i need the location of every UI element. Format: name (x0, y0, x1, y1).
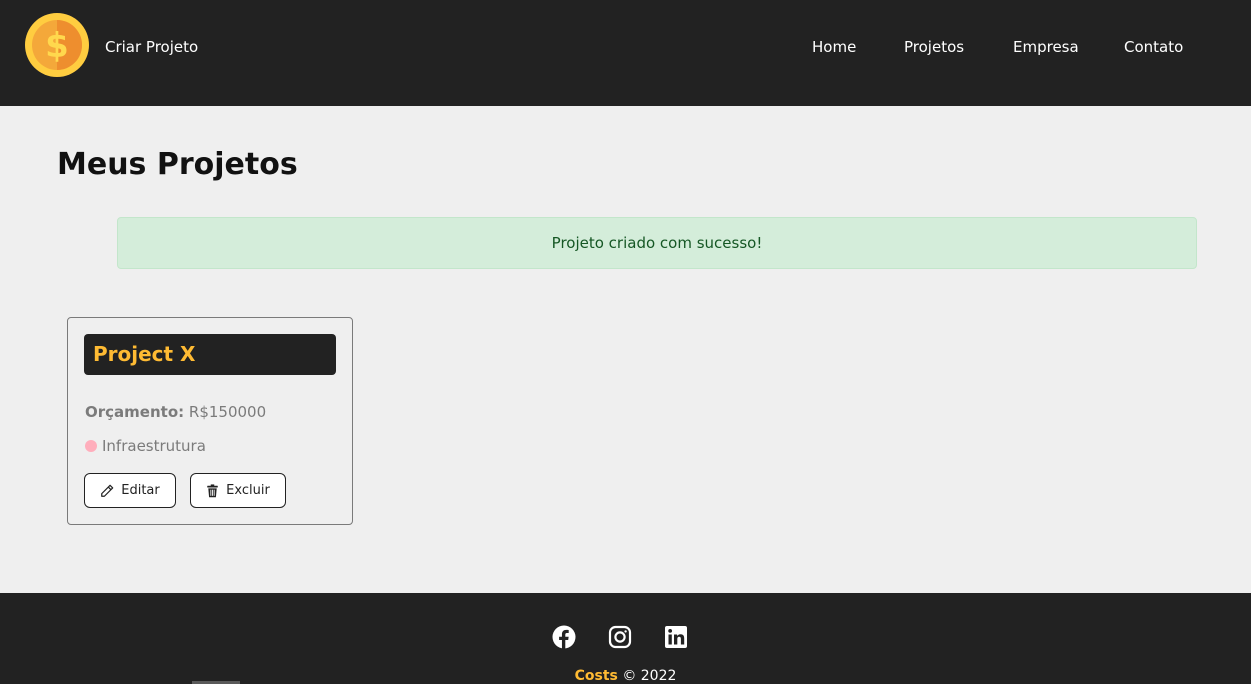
trash-icon (207, 483, 218, 497)
copyright-year: © 2022 (622, 668, 677, 684)
project-card-header: Project X (84, 334, 336, 375)
copyright-text: Costs © 2022 (0, 668, 1251, 684)
nav-item-contact[interactable]: Contato (1124, 38, 1183, 56)
category-label: Infraestrutura (102, 437, 206, 455)
delete-button[interactable]: Excluir (190, 473, 286, 508)
edit-button[interactable]: Editar (84, 473, 176, 508)
create-project-link[interactable]: Criar Projeto (105, 38, 198, 56)
navbar: $ Criar Projeto Home Projetos Empresa Co… (0, 0, 1251, 106)
success-alert: Projeto criado com sucesso! (117, 217, 1197, 269)
project-category: Infraestrutura (85, 437, 206, 455)
facebook-icon[interactable] (552, 625, 576, 649)
instagram-icon[interactable] (608, 625, 632, 649)
nav-item-company[interactable]: Empresa (1013, 38, 1079, 56)
project-card: Project X Orçamento: R$150000 Infraestru… (67, 317, 353, 525)
project-name: Project X (93, 342, 196, 366)
edit-button-label: Editar (121, 483, 160, 498)
budget-label: Orçamento: (85, 403, 185, 421)
nav-item-home[interactable]: Home (812, 38, 856, 56)
footer-brand: Costs (574, 668, 618, 684)
linkedin-icon[interactable] (664, 625, 688, 649)
coin-dollar-icon[interactable]: $ (25, 13, 89, 77)
footer: Costs © 2022 (0, 593, 1251, 684)
nav-item-projects[interactable]: Projetos (904, 38, 964, 56)
category-color-dot (85, 440, 97, 452)
pencil-icon (101, 484, 114, 497)
delete-button-label: Excluir (226, 483, 270, 498)
svg-text:$: $ (45, 26, 69, 66)
page-title: Meus Projetos (57, 147, 298, 182)
project-budget: Orçamento: R$150000 (85, 403, 266, 421)
alert-message: Projeto criado com sucesso! (551, 234, 763, 252)
budget-value: R$150000 (188, 403, 267, 421)
